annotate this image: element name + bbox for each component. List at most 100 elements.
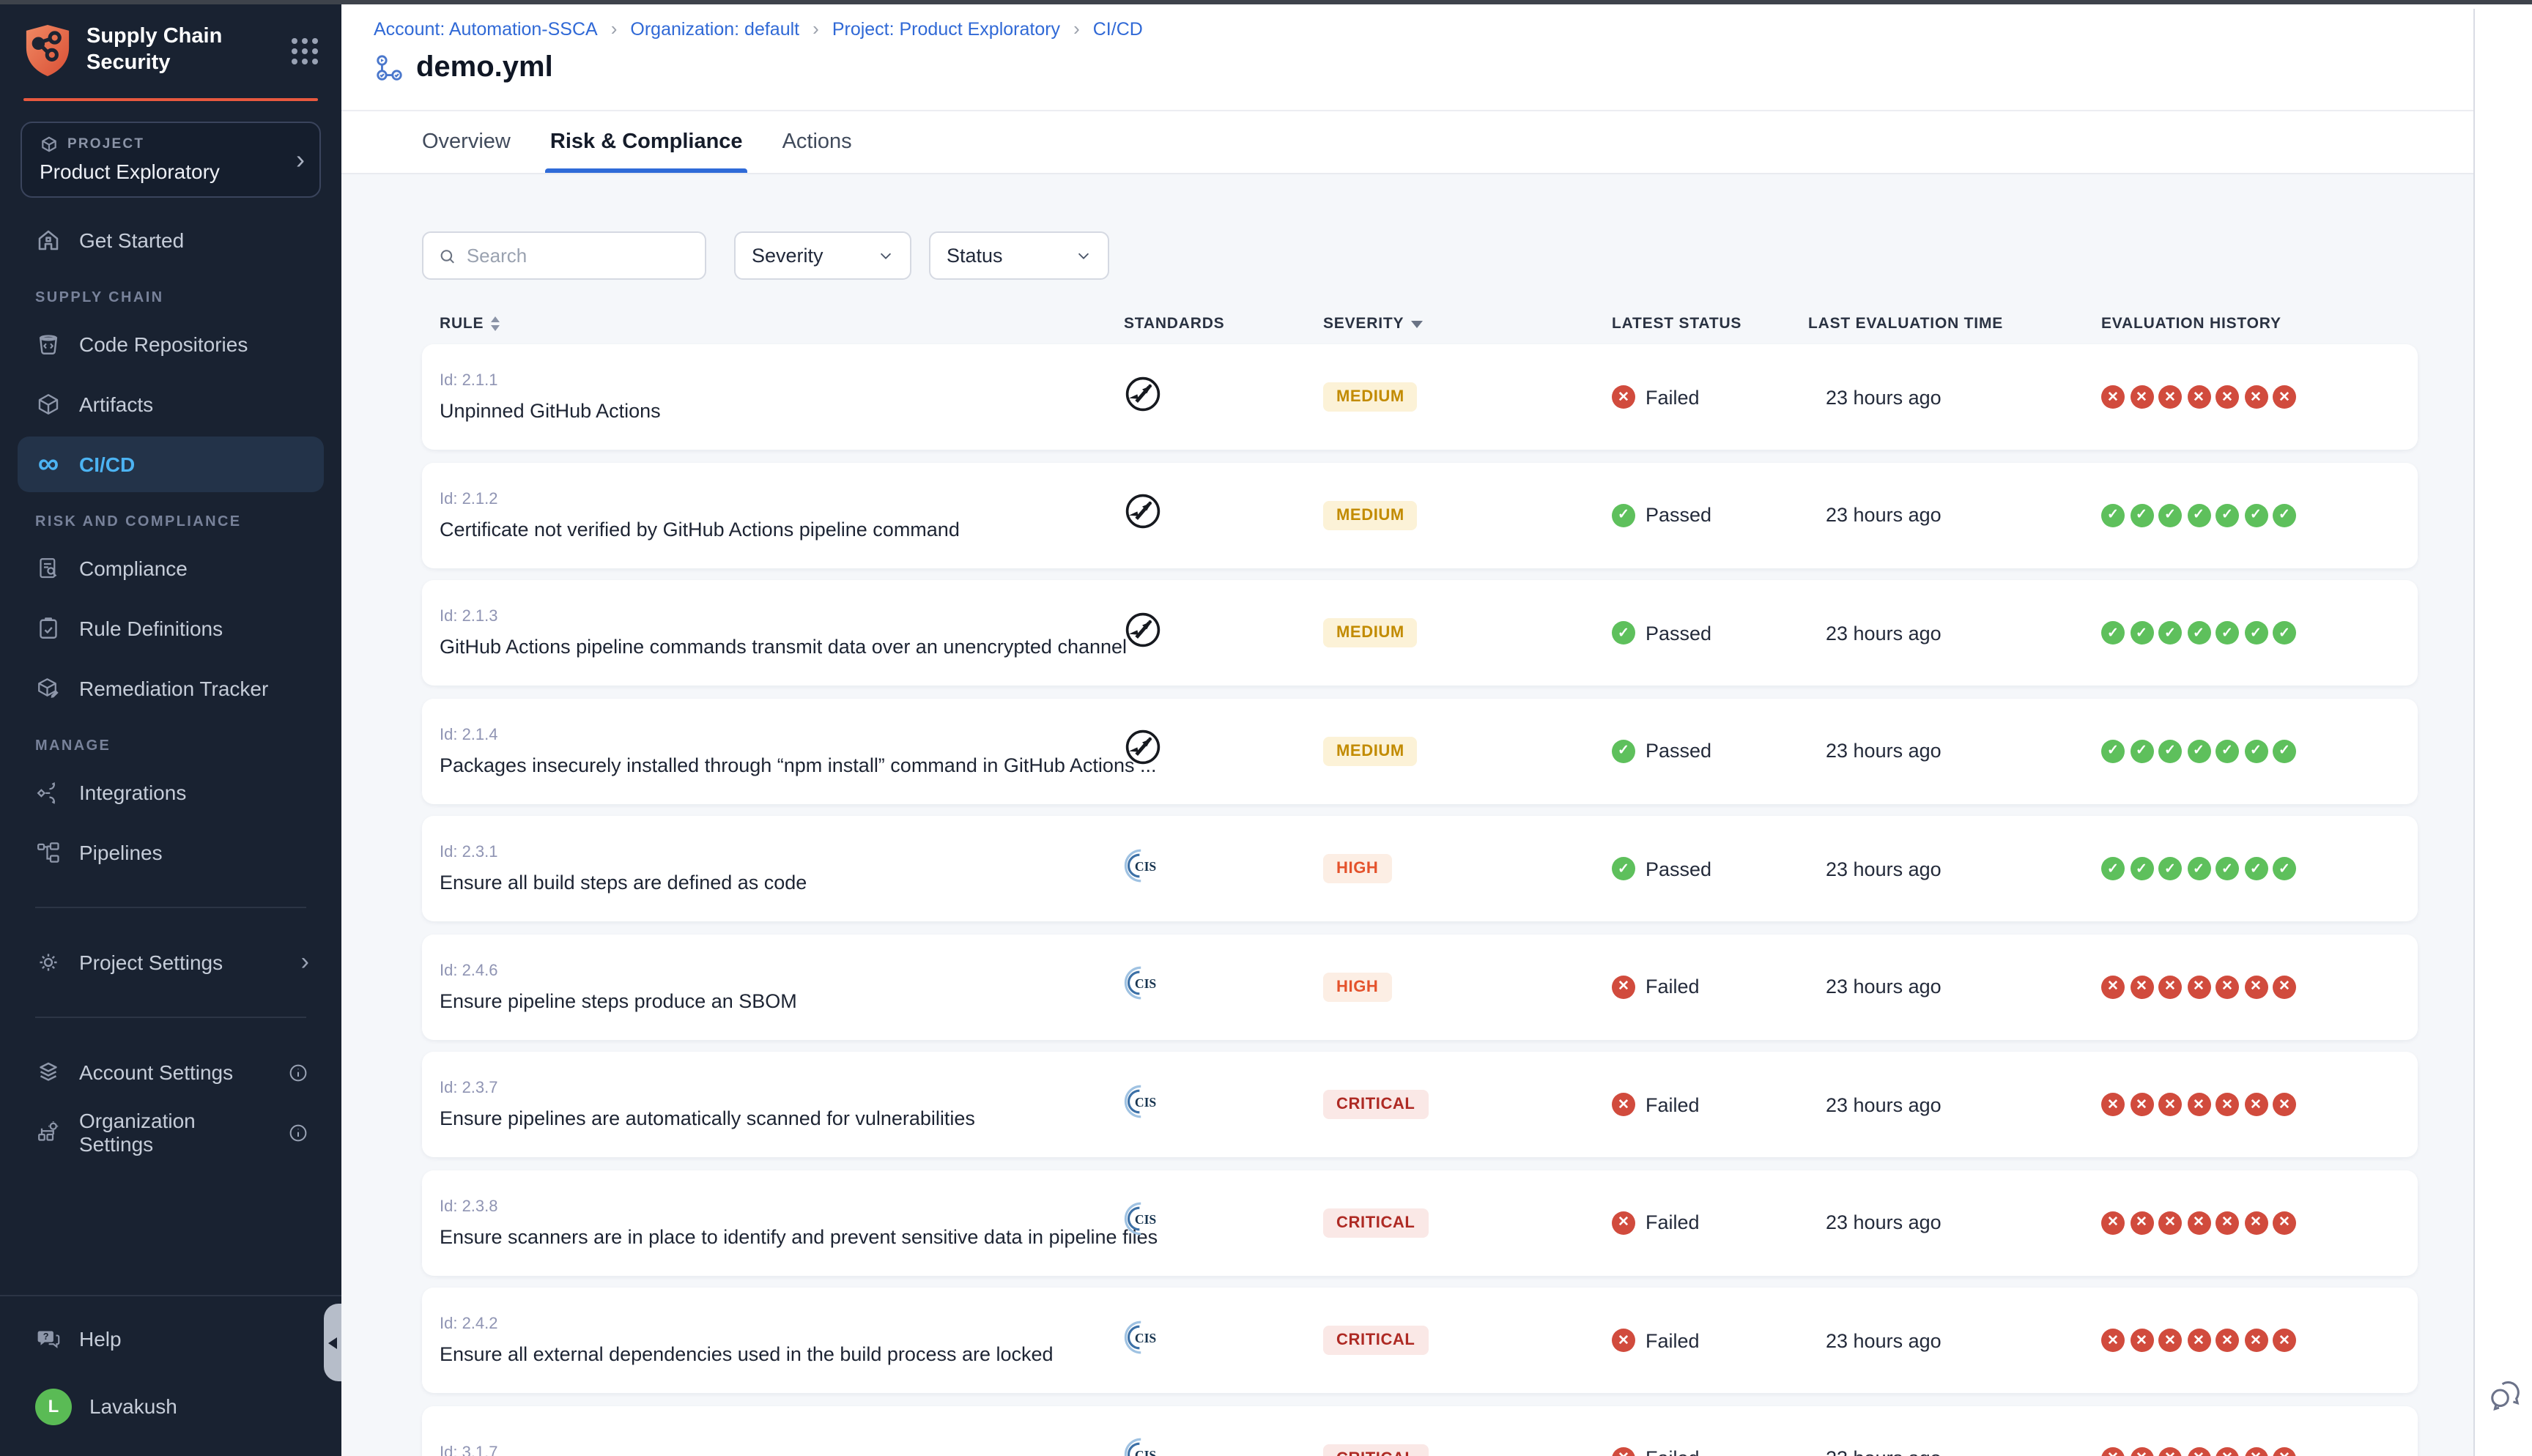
sidebar-item-label: CI/CD [79,453,135,476]
severity-filter-dropdown[interactable]: Severity [734,231,911,280]
severity-cell: CRITICAL [1323,1090,1612,1119]
breadcrumb-link[interactable]: Project: Product Exploratory [832,18,1060,39]
project-box-icon [40,135,59,154]
sidebar-item-artifacts[interactable]: Artifacts [18,376,324,432]
failed-icon: ✕ [1612,1211,1635,1234]
history-failed-icon: ✕ [2187,385,2210,409]
sidebar-item-help[interactable]: ? Help [18,1311,324,1367]
sidebar-item-label: Compliance [79,557,188,580]
user-menu[interactable]: L Lavakush [18,1378,324,1434]
sidebar-item-integrations[interactable]: Integrations [18,765,324,820]
svg-text:CIS: CIS [1135,976,1157,991]
table-row[interactable]: Id: 2.3.1 Ensure all build steps are def… [422,816,2418,921]
module-switcher-grid-icon[interactable] [292,37,318,64]
sidebar-item-rule-definitions[interactable]: Rule Definitions [18,601,324,656]
sidebar-item-code-repositories[interactable]: Code Repositories [18,316,324,372]
sidebar-item-remediation-tracker[interactable]: Remediation Tracker [18,661,324,716]
history-failed-icon: ✕ [2158,975,2182,998]
severity-badge: MEDIUM [1323,382,1418,412]
last-evaluation-time: 23 hours ago [1808,386,2101,408]
history-failed-icon: ✕ [2187,1446,2210,1456]
breadcrumb-link[interactable]: Account: Automation-SSCA [374,18,598,39]
search-input[interactable] [467,245,690,267]
column-label: SEVERITY [1323,315,1404,333]
sidebar-item-organization-settings[interactable]: Organization Settings [18,1104,324,1160]
sidebar-item-ci-cd[interactable]: ∞CI/CD [18,437,324,492]
history-failed-icon: ✕ [2101,975,2125,998]
severity-badge: MEDIUM [1323,500,1418,530]
history-failed-icon: ✕ [2130,975,2153,998]
evaluation-history: ✕✕✕✕✕✕✕ [2101,1446,2418,1456]
history-failed-icon: ✕ [2216,1093,2239,1116]
history-passed-icon: ✓ [2216,621,2239,645]
history-failed-icon: ✕ [2187,1211,2210,1234]
failed-icon: ✕ [1612,1446,1635,1456]
evaluation-history: ✕✕✕✕✕✕✕ [2101,1329,2418,1352]
help-label: Help [79,1327,122,1351]
sidebar-item-label: Code Repositories [79,333,248,356]
column-header-rule[interactable]: RULE [422,315,1124,333]
sidebar-item-pipelines[interactable]: Pipelines [18,825,324,880]
chevron-down-icon [1076,248,1092,264]
status-cell: ✓ Passed [1612,621,1808,645]
table-row[interactable]: Id: 2.4.2 Ensure all external dependenci… [422,1288,2418,1393]
last-evaluation-time: 23 hours ago [1808,976,2101,998]
tab-risk-compliance[interactable]: Risk & Compliance [550,111,743,173]
status-cell: ✕ Failed [1612,385,1808,409]
tab-overview[interactable]: Overview [422,111,511,173]
column-header-latest-status: LATEST STATUS [1612,315,1808,333]
breadcrumb-link[interactable]: Organization: default [630,18,799,39]
project-selector[interactable]: PROJECT Product Exploratory › [21,122,321,198]
rule-id: Id: 3.1.7 [440,1444,1124,1456]
history-passed-icon: ✓ [2244,621,2268,645]
table-row[interactable]: Id: 3.1.7 CIS CRITICAL ✕ Failed 23 hours… [422,1405,2418,1456]
history-failed-icon: ✕ [2187,975,2210,998]
filters-row: Severity Status [422,231,2532,280]
tab-actions[interactable]: Actions [782,111,852,173]
table-row[interactable]: Id: 2.1.3 GitHub Actions pipeline comman… [422,580,2418,686]
history-failed-icon: ✕ [2216,975,2239,998]
history-passed-icon: ✓ [2158,857,2182,880]
table-row[interactable]: Id: 2.1.4 Packages insecurely installed … [422,698,2418,803]
sidebar-item-get-started[interactable]: Get Started [18,212,324,268]
table-row[interactable]: Id: 2.1.2 Certificate not verified by Gi… [422,462,2418,568]
sidebar-item-project-settings[interactable]: Project Settings› [18,935,324,990]
rules-icon [35,615,62,642]
sidebar-item-account-settings[interactable]: Account Settings [18,1044,324,1100]
history-passed-icon: ✓ [2187,739,2210,762]
failed-icon: ✕ [1612,1093,1635,1116]
remediation-icon [35,675,62,702]
status-label: Failed [1646,386,1700,408]
status-label: Failed [1646,1329,1700,1351]
support-chat-icon[interactable] [2488,1375,2525,1412]
history-passed-icon: ✓ [2216,857,2239,880]
column-header-severity[interactable]: SEVERITY [1323,315,1612,333]
table-row[interactable]: Id: 2.1.1 Unpinned GitHub Actions MEDIUM… [422,344,2418,450]
home-icon [35,227,62,253]
history-passed-icon: ✓ [2273,739,2296,762]
help-chat-icon: ? [35,1326,62,1352]
standards-cell: CIS [1124,1435,1323,1456]
table-row[interactable]: Id: 2.3.7 Ensure pipelines are automatic… [422,1052,2418,1157]
status-filter-dropdown[interactable]: Status [929,231,1109,280]
sidebar-collapse-handle[interactable] [324,1304,341,1381]
history-failed-icon: ✕ [2187,1093,2210,1116]
history-passed-icon: ✓ [2130,621,2153,645]
history-passed-icon: ✓ [2101,739,2125,762]
chevron-right-icon: › [290,146,305,172]
chevron-down-icon [878,248,894,264]
sidebar-item-compliance[interactable]: Compliance [18,541,324,596]
history-failed-icon: ✕ [2216,1446,2239,1456]
history-failed-icon: ✕ [2158,385,2182,409]
history-failed-icon: ✕ [2216,1211,2239,1234]
severity-cell: MEDIUM [1323,382,1612,412]
breadcrumb-link[interactable]: CI/CD [1093,18,1143,39]
column-label: LATEST STATUS [1612,315,1741,333]
history-passed-icon: ✓ [2101,857,2125,880]
history-failed-icon: ✕ [2273,975,2296,998]
history-failed-icon: ✕ [2130,1093,2153,1116]
history-failed-icon: ✕ [2130,385,2153,409]
table-row[interactable]: Id: 2.4.6 Ensure pipeline steps produce … [422,934,2418,1039]
history-failed-icon: ✕ [2187,1329,2210,1352]
table-row[interactable]: Id: 2.3.8 Ensure scanners are in place t… [422,1170,2418,1275]
